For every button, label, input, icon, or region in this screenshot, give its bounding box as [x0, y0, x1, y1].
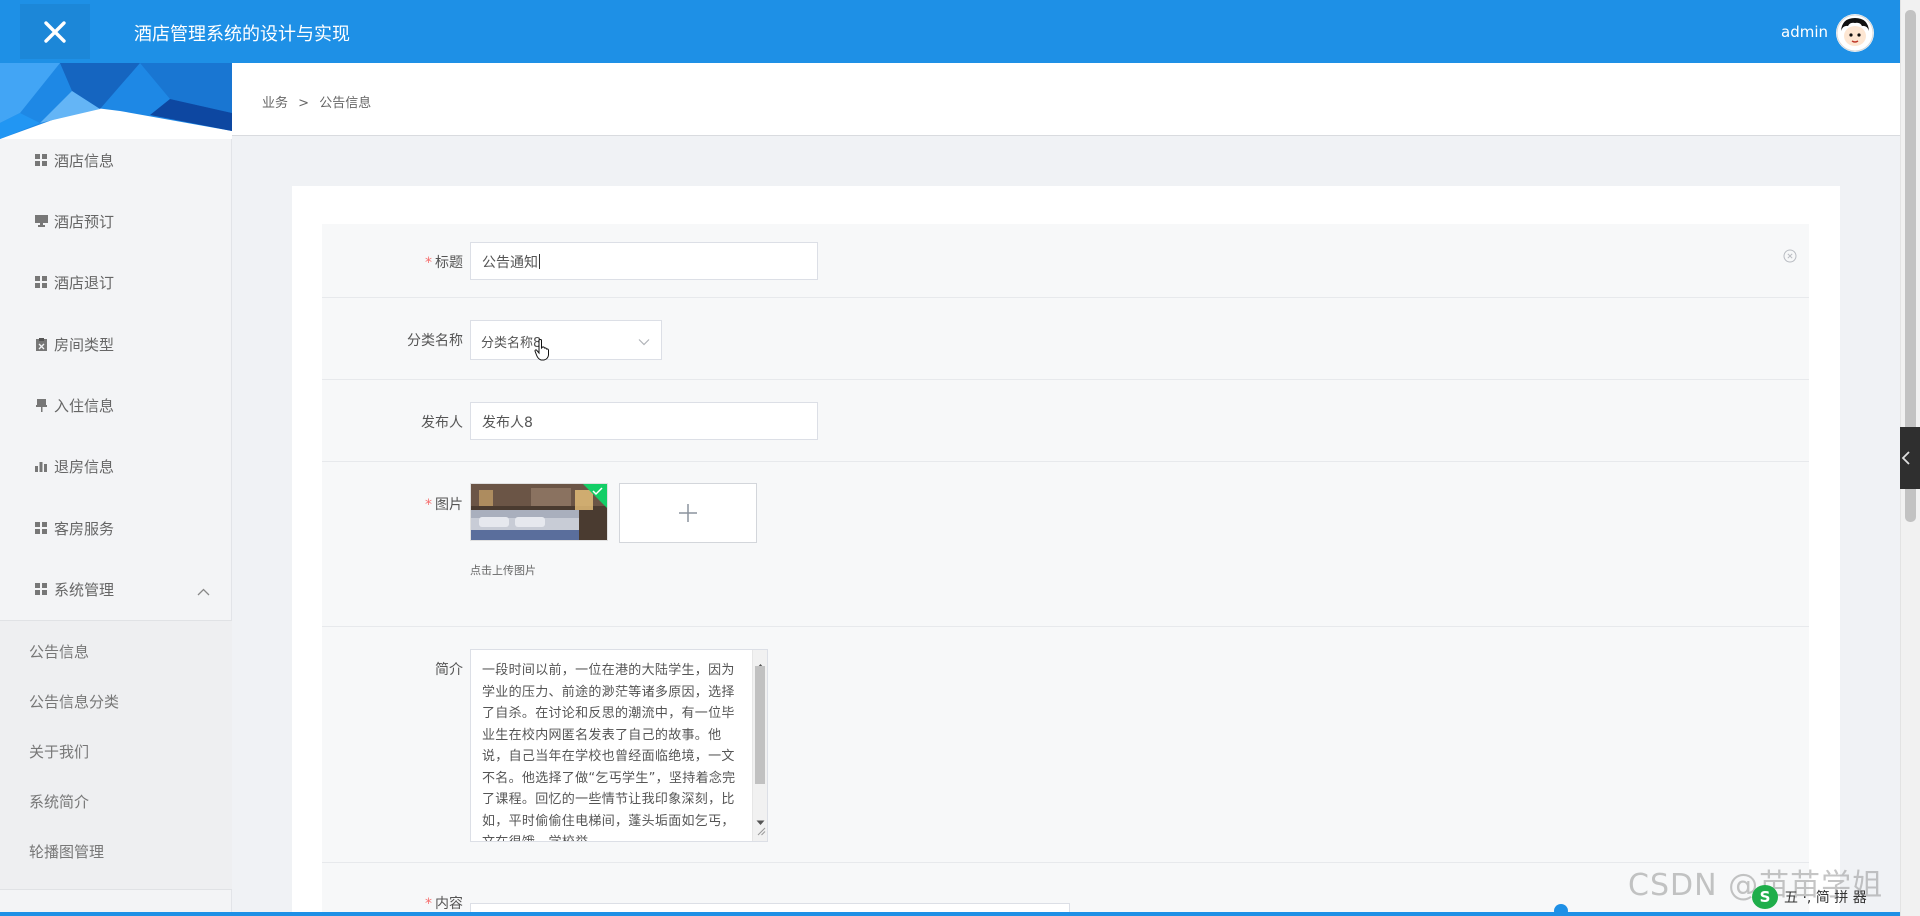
sidebar-item-label: 酒店预订 — [54, 212, 115, 231]
chevron-left-icon — [1901, 451, 1910, 465]
breadcrumb-current: 公告信息 — [319, 96, 372, 111]
chevron-down-icon — [638, 335, 650, 350]
sidebar-item-checkout[interactable]: 退房信息 — [0, 436, 232, 496]
sidebar-item-label: 系统管理 — [54, 580, 115, 599]
image-label: * 图片 — [425, 497, 463, 513]
bottom-accent-line — [0, 912, 1900, 916]
sidebar-item-room-type[interactable]: 房间类型 — [0, 314, 232, 374]
form-card: * 标题 公告通知 分类名称 分类名称8 发布人 发布人8 * 图片 点击上传图… — [292, 186, 1840, 916]
required-mark: * — [425, 896, 432, 912]
submenu-item-notice[interactable]: 公告信息 — [29, 641, 89, 662]
submenu-item-system-intro[interactable]: 系统简介 — [29, 791, 89, 812]
ime-toolbar-glyphs: 五 ·, 简 拼 器 — [1784, 890, 1867, 906]
system-management-submenu: 公告信息 公告信息分类 关于我们 系统简介 轮播图管理 — [0, 620, 232, 890]
sidebar-item-label: 酒店退订 — [54, 273, 115, 292]
title-input[interactable]: 公告通知 — [470, 242, 818, 280]
title-label: * 标题 — [425, 255, 463, 271]
grid-icon — [34, 275, 48, 289]
form-row-image: * 图片 点击上传图片 — [322, 462, 1809, 627]
sidebar-banner — [0, 63, 232, 139]
bar-chart-icon — [34, 459, 48, 473]
chevron-up-icon — [197, 582, 210, 600]
submenu-item-notice-category[interactable]: 公告信息分类 — [29, 691, 119, 712]
required-mark: * — [425, 497, 432, 513]
top-header: 酒店管理系统的设计与实现 admin — [0, 0, 1900, 63]
app-title: 酒店管理系统的设计与实现 — [134, 24, 350, 45]
textarea-scrollbar-thumb[interactable] — [755, 666, 765, 784]
summary-text: 一段时间以前，一位在港的大陆学生，因为学业的压力、前途的渺茫等诸多原因，选择了自… — [482, 663, 736, 841]
sidebar-item-label: 房间类型 — [54, 335, 115, 354]
sidebar-item-hotel-booking[interactable]: 酒店预订 — [0, 191, 232, 251]
main-content: * 标题 公告通知 分类名称 分类名称8 发布人 发布人8 * 图片 点击上传图… — [232, 136, 1900, 916]
sidebar-item-room-service[interactable]: 客房服务 — [0, 498, 232, 558]
resize-grip-icon[interactable] — [756, 821, 766, 840]
grid-icon — [34, 153, 48, 167]
form-row-summary: 简介 一段时间以前，一位在港的大陆学生，因为学业的压力、前途的渺茫等诸多原因，选… — [322, 627, 1809, 863]
menu-close-button[interactable] — [20, 4, 90, 59]
upload-tip: 点击上传图片 — [470, 564, 536, 577]
sidebar-item-hotel-cancel[interactable]: 酒店退订 — [0, 252, 232, 312]
close-icon — [44, 20, 66, 43]
submenu-item-carousel[interactable]: 轮播图管理 — [29, 841, 104, 862]
ime-logo[interactable]: S — [1752, 885, 1778, 909]
breadcrumb-separator: > — [298, 96, 310, 111]
category-select[interactable]: 分类名称8 — [470, 320, 662, 361]
sidebar: 酒店信息 酒店预订 酒店退订 房间类型 入住信息 退房信息 客房服务 系统管理 — [0, 63, 232, 916]
breadcrumb-parent[interactable]: 业务 — [262, 96, 288, 111]
uploaded-image-thumbnail[interactable] — [470, 483, 608, 541]
sidebar-item-hotel-info[interactable]: 酒店信息 — [0, 130, 232, 190]
sidebar-item-system-management[interactable]: 系统管理 — [0, 559, 232, 619]
publisher-input[interactable]: 发布人8 — [470, 402, 818, 440]
form-row-publisher: 发布人 发布人8 — [322, 380, 1809, 462]
app-window: 酒店管理系统的设计与实现 admin 酒店信息 酒店预订 酒店退订 房间类型 入… — [0, 0, 1920, 916]
ime-toolbar[interactable]: S 五 ·, 简 拼 器 — [1752, 883, 1880, 911]
sidebar-item-label: 退房信息 — [54, 457, 115, 476]
monitor-icon — [34, 214, 48, 228]
summary-textarea[interactable]: 一段时间以前，一位在港的大陆学生，因为学业的压力、前途的渺茫等诸多原因，选择了自… — [470, 649, 768, 842]
form-row-category: 分类名称 分类名称8 — [322, 298, 1809, 380]
clipboard-icon — [34, 337, 48, 351]
form-row-content: * 内容 — [322, 863, 1809, 916]
user-name[interactable]: admin — [1781, 23, 1828, 41]
sidebar-item-checkin[interactable]: 入住信息 — [0, 375, 232, 435]
breadcrumb-bar: 业务 > 公告信息 — [232, 63, 1900, 136]
publisher-label: 发布人 — [421, 415, 463, 431]
summary-label: 简介 — [435, 662, 463, 678]
required-mark: * — [425, 255, 432, 271]
upload-add-button[interactable] — [619, 483, 757, 543]
form-row-title: * 标题 公告通知 — [322, 224, 1809, 298]
grid-icon — [34, 521, 48, 535]
sidebar-item-label: 酒店信息 — [54, 151, 115, 170]
plus-icon — [679, 504, 697, 522]
content-label: * 内容 — [425, 896, 463, 912]
clear-circle-icon[interactable] — [1783, 248, 1797, 267]
sidebar-item-label: 入住信息 — [54, 396, 115, 415]
category-label: 分类名称 — [407, 333, 463, 349]
avatar[interactable] — [1836, 14, 1874, 52]
sidebar-item-label: 客房服务 — [54, 519, 115, 538]
breadcrumb: 业务 > 公告信息 — [262, 92, 371, 111]
grid-icon — [34, 582, 48, 596]
textarea-scrollbar[interactable] — [752, 650, 767, 841]
hand-cursor-icon — [534, 339, 550, 365]
submenu-item-about-us[interactable]: 关于我们 — [29, 741, 89, 762]
pushpin-icon — [34, 398, 48, 412]
